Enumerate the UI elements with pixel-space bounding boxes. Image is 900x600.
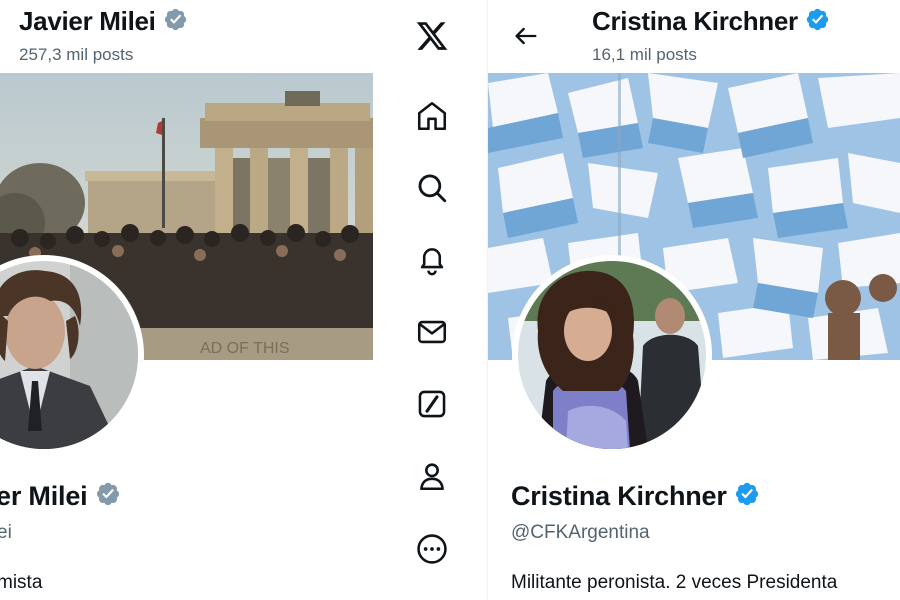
left-header-name: Javier Milei <box>19 6 156 36</box>
left-display-name: er Milei <box>0 481 88 511</box>
right-header: Cristina Kirchner <box>592 6 830 39</box>
nav-rail <box>374 0 488 600</box>
verified-badge-icon <box>95 481 121 514</box>
verified-badge-icon <box>734 481 760 514</box>
right-avatar[interactable] <box>518 261 706 449</box>
left-bio: mista <box>0 572 43 593</box>
right-handle: @CFKArgentina <box>511 522 650 543</box>
mail-icon[interactable] <box>414 314 450 350</box>
left-header: Javier Milei <box>19 6 188 39</box>
right-display-name: Cristina Kirchner <box>511 481 727 511</box>
more-icon[interactable] <box>414 531 450 567</box>
home-icon[interactable] <box>414 98 450 134</box>
verified-badge-icon <box>163 7 188 39</box>
left-header-posts: 257,3 mil posts <box>19 45 134 64</box>
svg-text:AD OF THIS: AD OF THIS <box>200 340 290 357</box>
left-handle: ei <box>0 522 12 543</box>
grok-icon[interactable] <box>414 386 450 422</box>
right-bio: Militante peronista. 2 veces Presidenta <box>511 572 838 593</box>
right-header-posts: 16,1 mil posts <box>592 45 697 64</box>
back-arrow-icon[interactable] <box>512 22 540 50</box>
bell-icon[interactable] <box>414 242 450 278</box>
left-display-name-row: er Milei <box>0 481 121 514</box>
verified-badge-icon <box>805 7 830 39</box>
right-profile-panel: Cristina Kirchner 16,1 mil posts Cristin… <box>488 0 900 600</box>
right-header-name: Cristina Kirchner <box>592 6 798 36</box>
right-display-name-row: Cristina Kirchner <box>511 481 760 514</box>
x-logo-icon[interactable] <box>414 18 450 54</box>
profile-icon[interactable] <box>414 458 450 494</box>
search-icon[interactable] <box>414 170 450 206</box>
left-profile-panel: Javier Milei 257,3 mil posts AD OF THIS … <box>0 0 374 600</box>
